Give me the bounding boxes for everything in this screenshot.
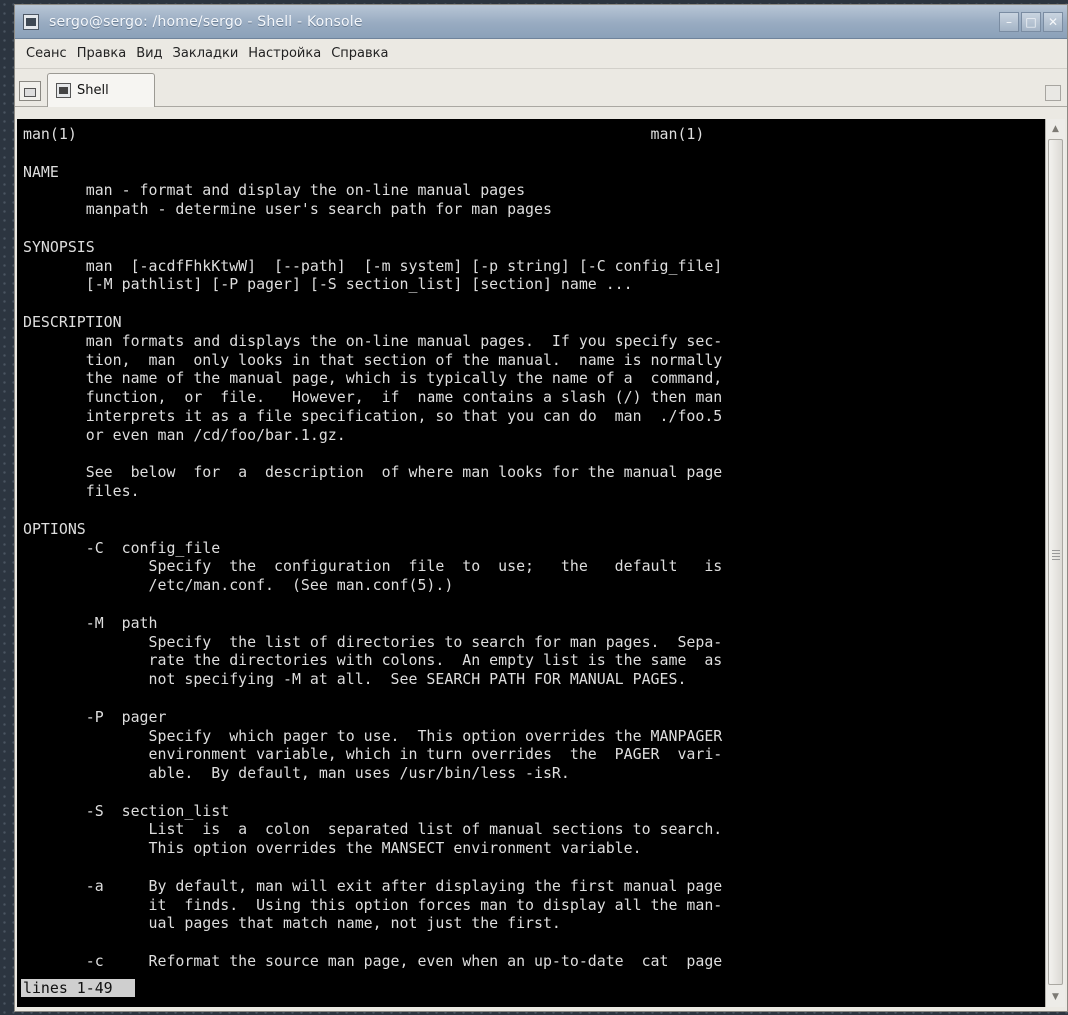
scroll-up-icon[interactable]: ▲ <box>1048 121 1063 137</box>
terminal-line: -C config_file <box>23 538 221 557</box>
tab-shell[interactable]: Shell <box>47 73 155 107</box>
window-controls: – □ ✕ <box>999 11 1063 32</box>
terminal-line: List is a colon separated list of manual… <box>23 820 723 839</box>
terminal-line: ual pages that match name, not just the … <box>23 914 561 933</box>
terminal-line: rate the directories with colons. An emp… <box>23 651 723 670</box>
terminal-line: man - format and display the on-line man… <box>23 181 526 200</box>
terminal-line: See below for a description of where man… <box>23 463 723 482</box>
terminal-line: -c Reformat the source man page, even wh… <box>23 952 723 971</box>
terminal-line: man [-acdfFhkKtwW] [--path] [-m system] … <box>23 256 723 275</box>
terminal-line: NAME <box>23 162 59 181</box>
terminal-line: files. <box>23 482 140 501</box>
terminal-line: Specify which pager to use. This option … <box>23 726 723 745</box>
terminal-line: DESCRIPTION <box>23 312 122 331</box>
new-tab-icon[interactable] <box>19 81 41 101</box>
menu-edit[interactable]: Правка <box>72 46 131 61</box>
terminal-line: Specify the list of directories to searc… <box>23 632 723 651</box>
grip-icon <box>1052 550 1060 560</box>
menu-bar: Сеанс Правка Вид Закладки Настройка Спра… <box>15 39 1067 69</box>
window-title: sergo@sergo: /home/sergo - Shell - Konso… <box>49 13 363 30</box>
menu-session[interactable]: Сеанс <box>21 46 72 61</box>
man-page-text: man(1) man(1) NAME man - format and disp… <box>23 125 1045 971</box>
terminal-line: Specify the configuration file to use; t… <box>23 557 723 576</box>
menu-help[interactable]: Справка <box>326 46 393 61</box>
terminal-line: not specifying -M at all. See SEARCH PAT… <box>23 670 687 689</box>
terminal-line: or even man /cd/foo/bar.1.gz. <box>23 425 346 444</box>
scrollbar[interactable]: ▲ ▼ <box>1045 119 1065 1007</box>
terminal-line: interprets it as a file specification, s… <box>23 406 723 425</box>
terminal-line: the name of the manual page, which is ty… <box>23 369 723 388</box>
konsole-window: sergo@sergo: /home/sergo - Shell - Konso… <box>14 4 1068 1012</box>
close-tab-icon[interactable] <box>1045 85 1061 101</box>
terminal-line: -a By default, man will exit after displ… <box>23 876 723 895</box>
terminal-line: OPTIONS <box>23 519 86 538</box>
terminal-line: man formats and displays the on-line man… <box>23 331 723 350</box>
tab-label: Shell <box>77 83 109 98</box>
terminal-line: -P pager <box>23 707 167 726</box>
terminal-icon[interactable] <box>23 13 39 30</box>
menu-bookmarks[interactable]: Закладки <box>168 46 244 61</box>
terminal-icon <box>56 83 71 98</box>
terminal-line: manpath - determine user's search path f… <box>23 200 552 219</box>
pager-status: lines 1-49 <box>21 979 135 997</box>
tab-bar: Shell <box>15 69 1067 107</box>
menu-settings[interactable]: Настройка <box>243 46 326 61</box>
menu-view[interactable]: Вид <box>131 46 167 61</box>
terminal-line: [-M pathlist] [-P pager] [-S section_lis… <box>23 275 633 294</box>
maximize-icon[interactable]: □ <box>1021 11 1041 32</box>
scroll-down-icon[interactable]: ▼ <box>1048 989 1063 1005</box>
minimize-icon[interactable]: – <box>999 11 1019 32</box>
close-icon[interactable]: ✕ <box>1043 11 1063 32</box>
terminal-line: This option overrides the MANSECT enviro… <box>23 839 642 858</box>
terminal-line: environment variable, which in turn over… <box>23 745 723 764</box>
terminal-line: /etc/man.conf. (See man.conf(5).) <box>23 576 454 595</box>
terminal-line: function, or file. However, if name cont… <box>23 388 723 407</box>
terminal-output[interactable]: man(1) man(1) NAME man - format and disp… <box>17 119 1045 1007</box>
terminal-line: -M path <box>23 613 158 632</box>
terminal-line: man(1) man(1) <box>23 125 705 143</box>
title-bar[interactable]: sergo@sergo: /home/sergo - Shell - Konso… <box>15 5 1067 39</box>
terminal-line: -S section_list <box>23 801 230 820</box>
terminal-line: SYNOPSIS <box>23 237 95 256</box>
terminal-line: able. By default, man uses /usr/bin/less… <box>23 764 570 783</box>
terminal-line: tion, man only looks in that section of … <box>23 350 723 369</box>
scrollbar-thumb[interactable] <box>1048 139 1063 985</box>
terminal-line: it finds. Using this option forces man t… <box>23 895 723 914</box>
terminal-area: man(1) man(1) NAME man - format and disp… <box>17 119 1065 1007</box>
